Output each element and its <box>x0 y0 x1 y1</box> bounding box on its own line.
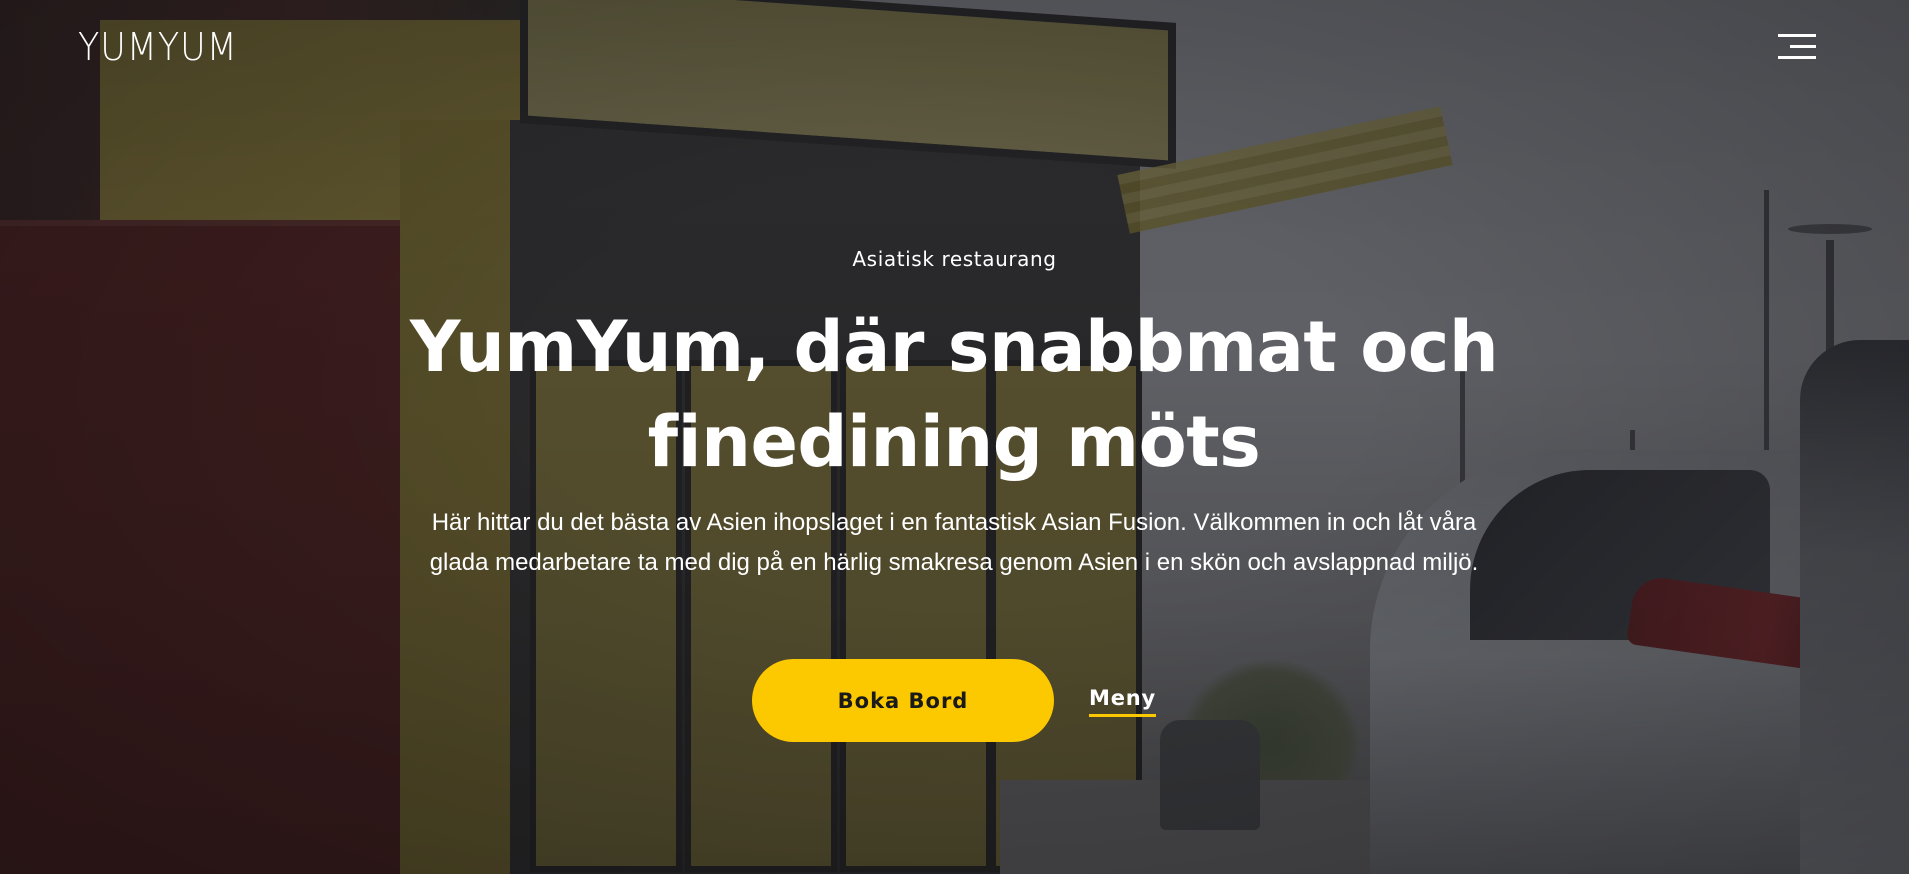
hero-headline: YumYum, där snabbmat och finedining möts <box>409 306 1499 483</box>
menu-link[interactable]: Meny <box>1089 686 1156 717</box>
hero-eyebrow: Asiatisk restaurang <box>852 247 1057 271</box>
cta-row: Boka Bord Meny <box>0 659 1909 743</box>
book-table-button[interactable]: Boka Bord <box>752 659 1054 742</box>
hero-lead-text: Här hittar du det bästa av Asien ihopsla… <box>429 509 1479 576</box>
hero-section: YUMYUM Asiatisk restaurang YumYum, där s… <box>0 0 1909 874</box>
hero-content: Asiatisk restaurang YumYum, där snabbmat… <box>0 0 1909 874</box>
